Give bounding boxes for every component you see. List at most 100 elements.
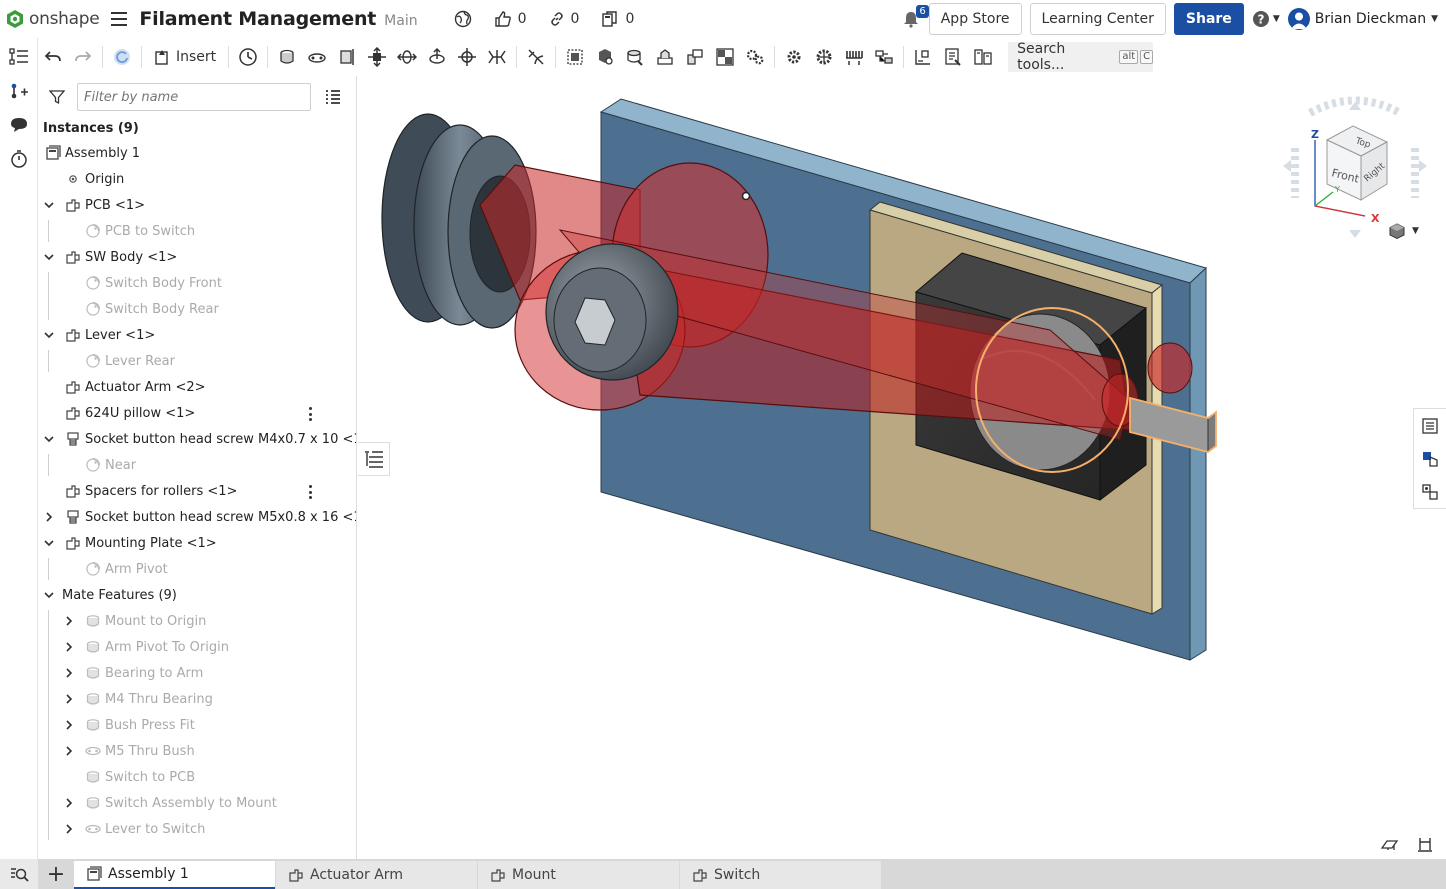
tree-item-m5-thru-bush[interactable]: M5 Thru Bush xyxy=(39,738,356,764)
list-view-icon[interactable] xyxy=(325,90,341,104)
tangent-mate-button[interactable] xyxy=(521,42,551,72)
tab-mount[interactable]: Mount xyxy=(478,861,679,889)
socket-screw[interactable] xyxy=(545,243,679,381)
globe-icon[interactable] xyxy=(454,10,472,28)
add-tab-button[interactable]: + xyxy=(38,859,74,889)
replicate-button[interactable] xyxy=(620,42,650,72)
learning-center-button[interactable]: Learning Center xyxy=(1029,3,1166,35)
parallel-mate-button[interactable] xyxy=(482,42,512,72)
tree-item-lever-rear[interactable]: Lever Rear xyxy=(39,348,356,374)
rack-pinion-button[interactable] xyxy=(779,42,809,72)
copies-button[interactable]: 0 xyxy=(601,10,634,28)
gear-relation-button[interactable] xyxy=(740,42,770,72)
chevron-right-icon[interactable] xyxy=(63,745,75,757)
mate-mirror-button[interactable] xyxy=(650,42,680,72)
tab-assembly-1[interactable]: Assembly 1 xyxy=(74,861,275,889)
document-title[interactable]: Filament Management xyxy=(139,8,376,30)
onshape-logo[interactable]: onshape xyxy=(6,9,100,29)
chevron-right-icon[interactable] xyxy=(63,719,75,731)
mates-panel-button[interactable] xyxy=(1414,475,1446,508)
chevron-down-icon[interactable] xyxy=(43,433,55,445)
search-tools-button[interactable]: Search tools... alt C xyxy=(1008,41,1154,73)
explode-button[interactable] xyxy=(869,42,899,72)
appearance-panel-button[interactable] xyxy=(1414,442,1446,475)
tree-item-lever-to-switch[interactable]: Lever to Switch xyxy=(39,816,356,842)
chevron-right-icon[interactable] xyxy=(63,797,75,809)
feature-list-toggle[interactable] xyxy=(0,40,38,74)
revolute-mate-button[interactable] xyxy=(302,42,332,72)
more-options-icon[interactable] xyxy=(309,485,313,499)
chevron-down-icon[interactable] xyxy=(43,589,55,601)
tree-item-mounting-plate-1[interactable]: Mounting Plate <1> xyxy=(39,530,356,556)
chevron-right-icon[interactable] xyxy=(63,823,75,835)
chevron-right-icon[interactable] xyxy=(63,615,75,627)
tree-item-switch-body-rear[interactable]: Switch Body Rear xyxy=(39,296,356,322)
tree-item-arm-pivot-to-origin[interactable]: Arm Pivot To Origin xyxy=(39,634,356,660)
mate-connector-toggle[interactable] xyxy=(0,74,38,108)
like-button[interactable]: 0 xyxy=(494,10,527,28)
tree-item-spacers-for-rollers-1[interactable]: Spacers for rollers <1> xyxy=(39,478,356,504)
regenerate-button[interactable] xyxy=(107,42,137,72)
graphics-viewport[interactable]: Top Front Right Z X Y ▼ xyxy=(358,76,1446,859)
chevron-right-icon[interactable] xyxy=(43,511,55,523)
view-options-button[interactable]: ▼ xyxy=(1388,222,1419,240)
more-options-icon[interactable] xyxy=(309,407,313,421)
tree-item-switch-to-pcb[interactable]: Switch to PCB xyxy=(39,764,356,790)
group-button[interactable] xyxy=(560,42,590,72)
insert-button[interactable]: Insert xyxy=(146,42,224,72)
chevron-down-icon[interactable] xyxy=(43,329,55,341)
tree-item-sw-body-1[interactable]: SW Body <1> xyxy=(39,244,356,270)
named-positions-button[interactable] xyxy=(233,42,263,72)
tree-item-624u-pillow-1[interactable]: 624U pillow <1> xyxy=(39,400,356,426)
assembly-properties-button[interactable] xyxy=(968,42,998,72)
cylindrical-mate-button[interactable] xyxy=(392,42,422,72)
links-button[interactable]: 0 xyxy=(549,11,579,27)
redo-button[interactable] xyxy=(68,42,98,72)
pin-slot-mate-button[interactable] xyxy=(422,42,452,72)
ball-mate-button[interactable] xyxy=(452,42,482,72)
tree-item-bearing-to-arm[interactable]: Bearing to Arm xyxy=(39,660,356,686)
pattern-button[interactable] xyxy=(680,42,710,72)
filter-icon[interactable] xyxy=(49,89,65,105)
tab-switch[interactable]: Switch xyxy=(680,861,881,889)
tree-item-near[interactable]: Near xyxy=(39,452,356,478)
history-toggle[interactable] xyxy=(0,142,38,176)
collapse-panel-button[interactable] xyxy=(358,442,390,476)
bom-button[interactable] xyxy=(938,42,968,72)
chevron-right-icon[interactable] xyxy=(63,667,75,679)
tree-item-lever-1[interactable]: Lever <1> xyxy=(39,322,356,348)
fastened-mate-button[interactable] xyxy=(272,42,302,72)
slider-mate-button[interactable] xyxy=(332,42,362,72)
tree-item-pcb-to-switch[interactable]: PCB to Switch xyxy=(39,218,356,244)
planar-mate-button[interactable] xyxy=(362,42,392,72)
chevron-down-icon[interactable] xyxy=(43,537,55,549)
tree-item-socket-button-head-screw-m5x0-8-x-16-1[interactable]: Socket button head screw M5x0.8 x 16 <1> xyxy=(39,504,356,530)
tree-item-mate-features-9[interactable]: Mate Features (9) xyxy=(39,582,356,608)
properties-panel-button[interactable] xyxy=(1414,409,1446,442)
chevron-down-icon[interactable] xyxy=(43,251,55,263)
filter-input[interactable] xyxy=(77,83,311,111)
help-menu[interactable]: ? ▼ xyxy=(1252,10,1280,28)
tree-item-m4-thru-bearing[interactable]: M4 Thru Bearing xyxy=(39,686,356,712)
tree-item-origin[interactable]: Origin xyxy=(39,166,356,192)
tree-item-bush-press-fit[interactable]: Bush Press Fit xyxy=(39,712,356,738)
tree-item-assembly-1[interactable]: Assembly 1 xyxy=(39,140,356,166)
main-menu-button[interactable] xyxy=(111,12,128,26)
tree-item-socket-button-head-screw-m4x0-7-x-10-1[interactable]: Socket button head screw M4x0.7 x 10 <1> xyxy=(39,426,356,452)
tree-item-mount-to-origin[interactable]: Mount to Origin xyxy=(39,608,356,634)
user-menu[interactable]: Brian Dieckman ▼ xyxy=(1287,8,1438,30)
document-branch[interactable]: Main xyxy=(384,13,417,29)
tab-actuator-arm[interactable]: Actuator Arm xyxy=(276,861,477,889)
app-store-button[interactable]: App Store xyxy=(928,3,1022,35)
comments-toggle[interactable] xyxy=(0,108,38,142)
chevron-right-icon[interactable] xyxy=(63,693,75,705)
tree-item-arm-pivot[interactable]: Arm Pivot xyxy=(39,556,356,582)
notifications-button[interactable]: 6 xyxy=(901,5,929,29)
section-view-icon[interactable] xyxy=(1416,836,1434,854)
chevron-down-icon[interactable] xyxy=(43,199,55,211)
tree-item-switch-body-front[interactable]: Switch Body Front xyxy=(39,270,356,296)
measure-button[interactable] xyxy=(908,42,938,72)
tree-item-pcb-1[interactable]: PCB <1> xyxy=(39,192,356,218)
share-button[interactable]: Share xyxy=(1173,3,1244,35)
mate-connector-button[interactable] xyxy=(590,42,620,72)
